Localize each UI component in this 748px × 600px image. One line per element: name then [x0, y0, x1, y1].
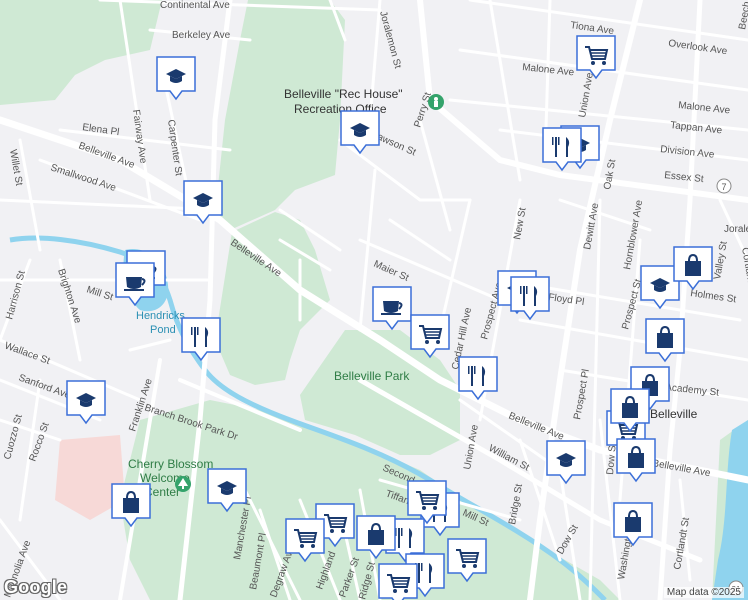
label-berkeley: Berkeley Ave: [172, 30, 231, 41]
label-brighton: Brighton Ave: [55, 268, 83, 326]
label-smallwood: Smallwood Ave: [49, 162, 118, 194]
label-belleville-ave-1: Belleville Ave: [77, 140, 136, 171]
google-logo: Google: [4, 577, 68, 597]
poi-pin-school[interactable]: [66, 380, 106, 425]
poi-pin-grocery[interactable]: [378, 563, 418, 600]
label-wallace: Wallace St: [3, 340, 52, 367]
label-bridge: Bridge St: [507, 483, 525, 526]
label-cuozzo: Cuozzo St: [2, 413, 25, 461]
label-carpenter: Carpenter St: [165, 119, 184, 177]
label-belleville-ave-4: Belleville Ave: [651, 458, 711, 479]
poi-pin-restaurant[interactable]: [542, 127, 582, 172]
label-mill-st-1: Mill St: [85, 284, 114, 303]
poi-pin-cafe[interactable]: [372, 286, 412, 331]
label-new: New St: [512, 207, 528, 241]
label-tiona: Tiona Ave: [570, 20, 615, 37]
label-hornblower: Hornblower Ave: [622, 199, 645, 271]
label-continental: Continental Ave: [160, 0, 230, 11]
poi-pin-restaurant[interactable]: [181, 317, 221, 362]
label-joralemon: Joralemon St: [377, 10, 403, 70]
label-essex: Essex St: [664, 170, 705, 185]
label-maier: Maier St: [372, 259, 411, 284]
label-fairway: Fairway Ave: [130, 109, 149, 165]
svg-text:7: 7: [721, 182, 726, 192]
label-division: Division Ave: [660, 144, 716, 161]
label-harrison: Harrison St: [4, 269, 28, 320]
label-rec-house-1: Belleville "Rec House": [284, 87, 403, 101]
poi-pin-school[interactable]: [156, 56, 196, 101]
poi-pin-school[interactable]: [546, 440, 586, 485]
label-valley: Valley St: [712, 240, 730, 280]
label-oak: Oak St: [602, 158, 618, 190]
label-cortlandt-2: Cortlandt: [739, 247, 748, 289]
label-cherry-1: Cherry Blossom: [128, 457, 213, 471]
label-hendricks-1: Hendricks: [136, 310, 185, 322]
rec-house-poi-icon[interactable]: [428, 94, 444, 110]
cherry-blossom-poi-icon[interactable]: [175, 476, 191, 492]
label-union-1: Union Ave: [577, 71, 596, 118]
label-city-belleville: Belleville: [650, 407, 698, 421]
label-malone2: Malone Ave: [678, 100, 731, 116]
label-dow-2: Dow St: [555, 523, 581, 557]
label-beech: Beech St: [737, 0, 748, 31]
park-west: [0, 0, 162, 105]
label-prospect-pl: Prospect Pl: [572, 368, 592, 420]
label-belleville-park: Belleville Park: [334, 369, 410, 383]
label-holmes: Holmes St: [690, 288, 737, 305]
map-attribution: Map data ©2025: [663, 587, 744, 598]
label-tappan: Tappan Ave: [670, 120, 723, 136]
label-hendricks-2: Pond: [150, 324, 176, 336]
route-7-shield: 7: [716, 178, 732, 194]
label-joralemon-east: Joralemon: [724, 224, 748, 235]
map-canvas[interactable]: 7 21 Continental Ave Berkeley Ave Jorale…: [0, 0, 748, 600]
